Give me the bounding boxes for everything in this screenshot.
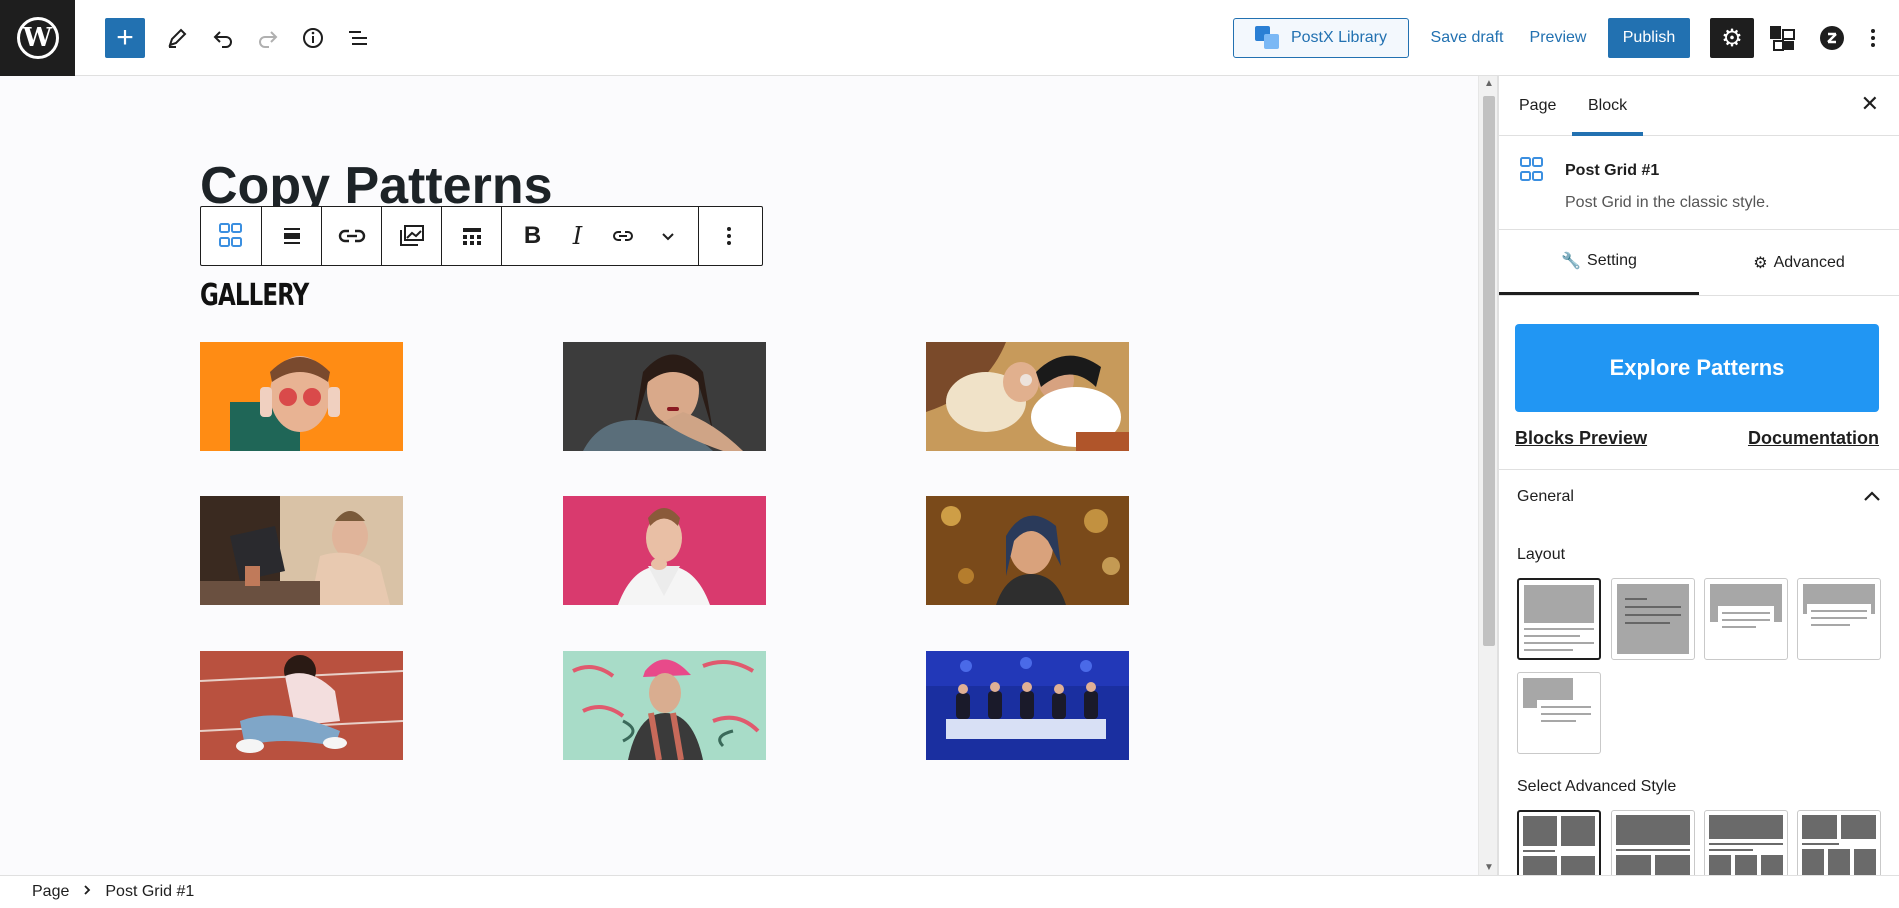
block-card: Post Grid #1 Post Grid in the classic st…	[1499, 136, 1899, 230]
chevron-up-icon[interactable]	[1863, 482, 1881, 508]
gallery-image-2[interactable]	[563, 342, 766, 451]
edit-tools-icon[interactable]	[157, 18, 197, 58]
explore-patterns-button[interactable]: Explore Patterns	[1515, 324, 1879, 412]
tab-advanced-label: Advanced	[1773, 253, 1845, 271]
settings-gear-icon[interactable]: ⚙	[1710, 18, 1754, 58]
gallery-image-3[interactable]	[926, 342, 1129, 451]
blocks-preview-link[interactable]: Blocks Preview	[1515, 428, 1647, 449]
gallery-image-6[interactable]	[926, 496, 1129, 605]
block-toolbar: B I	[200, 206, 763, 266]
editor-canvas: Copy Patterns B I GALLERY	[0, 76, 1478, 875]
gallery-image-9[interactable]	[926, 651, 1129, 760]
table-layout-icon[interactable]	[441, 207, 501, 265]
redo-icon[interactable]	[248, 18, 288, 58]
italic-icon[interactable]: I	[555, 207, 600, 265]
sidebar-tabs: Page Block ✕	[1499, 76, 1899, 136]
sidebar-divider	[1499, 469, 1899, 470]
advanced-style-label: Select Advanced Style	[1517, 778, 1677, 795]
layout-option-2[interactable]	[1611, 578, 1695, 660]
add-block-button[interactable]: +	[105, 18, 145, 58]
postx-library-button[interactable]: PostX Library	[1233, 18, 1409, 58]
settings-subtabs: 🔧 Setting ⚙ Advanced	[1499, 230, 1899, 296]
publish-button[interactable]: Publish	[1608, 18, 1690, 58]
scroll-down-arrow-icon[interactable]: ▼	[1484, 862, 1494, 873]
tab-page[interactable]: Page	[1519, 76, 1556, 136]
list-view-icon[interactable]	[338, 18, 378, 58]
block-title: Post Grid #1	[1565, 162, 1660, 179]
postx-library-label: PostX Library	[1290, 29, 1388, 46]
editor-header: W + PostX Library Save draft Preview Pub…	[0, 0, 1899, 76]
breadcrumb-page[interactable]: Page	[32, 883, 69, 901]
more-options-icon[interactable]	[699, 207, 759, 265]
chevron-down-icon[interactable]	[645, 207, 690, 265]
tab-setting[interactable]: 🔧 Setting	[1499, 230, 1699, 295]
preview-button[interactable]: Preview	[1530, 18, 1587, 58]
layout-option-4[interactable]	[1797, 578, 1881, 660]
post-grid-block-icon	[1519, 156, 1545, 184]
gallery-heading[interactable]: GALLERY	[200, 278, 309, 313]
advanced-style-option-1[interactable]	[1517, 810, 1601, 875]
gallery-image-8[interactable]	[563, 651, 766, 760]
postx-blocks-icon[interactable]	[1762, 18, 1802, 58]
close-icon[interactable]: ✕	[1861, 91, 1879, 117]
breadcrumb-block[interactable]: Post Grid #1	[105, 883, 194, 901]
link-icon[interactable]	[600, 207, 645, 265]
layout-option-1[interactable]	[1517, 578, 1601, 660]
gallery-image-5[interactable]	[563, 496, 766, 605]
documentation-link[interactable]: Documentation	[1748, 428, 1879, 449]
advanced-style-option-2[interactable]	[1611, 810, 1695, 875]
info-icon[interactable]	[293, 18, 333, 58]
layout-label: Layout	[1517, 546, 1566, 563]
layout-option-5[interactable]	[1517, 672, 1601, 754]
scrollbar-thumb[interactable]	[1483, 96, 1495, 646]
chevron-right-icon	[83, 883, 91, 901]
gear-icon: ⚙	[1753, 254, 1768, 272]
canvas-scrollbar[interactable]: ▲ ▼	[1478, 76, 1498, 875]
tab-advanced[interactable]: ⚙ Advanced	[1699, 230, 1899, 295]
settings-sidebar: Page Block ✕ Post Grid #1 Post Grid in t…	[1498, 76, 1899, 875]
align-icon[interactable]	[261, 207, 321, 265]
save-draft-button[interactable]: Save draft	[1428, 18, 1506, 58]
plugin-badge-icon[interactable]	[1812, 18, 1852, 58]
undo-icon[interactable]	[203, 18, 243, 58]
tab-setting-label: Setting	[1587, 252, 1637, 269]
link-chain-icon[interactable]	[321, 207, 381, 265]
general-panel-title[interactable]: General	[1517, 488, 1574, 506]
wordpress-logo-icon[interactable]: W	[0, 0, 75, 76]
scroll-up-arrow-icon[interactable]: ▲	[1484, 78, 1494, 89]
post-grid-icon[interactable]	[201, 207, 261, 265]
tab-block[interactable]: Block	[1572, 76, 1644, 136]
advanced-style-option-4[interactable]	[1797, 810, 1881, 875]
gallery-image-4[interactable]	[200, 496, 403, 605]
image-stack-icon[interactable]	[381, 207, 441, 265]
gallery-image-1[interactable]	[200, 342, 403, 451]
advanced-style-option-3[interactable]	[1704, 810, 1788, 875]
bold-icon[interactable]: B	[510, 207, 555, 265]
breadcrumb: Page Post Grid #1	[0, 875, 1899, 908]
block-description: Post Grid in the classic style.	[1565, 194, 1770, 211]
layout-option-3[interactable]	[1704, 578, 1788, 660]
gallery-image-7[interactable]	[200, 651, 403, 760]
wrench-icon: 🔧	[1561, 253, 1582, 270]
options-menu-icon[interactable]	[1858, 18, 1888, 58]
postx-library-icon	[1254, 26, 1281, 50]
